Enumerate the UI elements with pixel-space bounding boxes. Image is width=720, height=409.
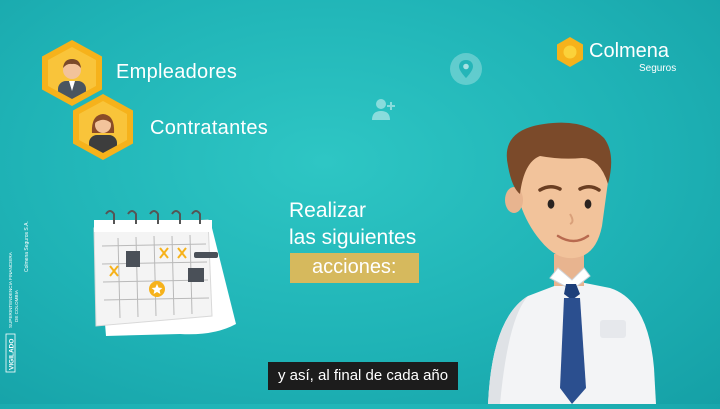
legal-vertical-text: VIGILADO SUPERINTENDENCIA FINANCIERA DE …	[2, 160, 32, 374]
video-subtitle-caption: y así, al final de cada año	[268, 362, 459, 390]
contractor-badge	[73, 94, 133, 160]
role-label-employers: Empleadores	[116, 61, 238, 83]
contractor-avatar-icon	[79, 101, 127, 153]
calendar-icon	[84, 206, 244, 346]
logo-subtitle: Seguros	[639, 63, 677, 74]
role-label-contractors: Contratantes	[150, 117, 269, 139]
legal-vigilado: VIGILADO	[9, 339, 16, 370]
legal-company: Colmena Seguros S.A.	[24, 221, 30, 272]
add-user-icon	[371, 96, 397, 127]
location-pin-icon	[449, 52, 483, 91]
legal-country: DE COLOMBIA	[14, 289, 19, 322]
headline-line-2: las siguientes	[289, 226, 417, 249]
legal-supervisor: SUPERINTENDENCIA FINANCIERA	[8, 251, 13, 328]
headline-highlight: acciones:	[290, 253, 419, 283]
colmena-hex-icon	[557, 37, 583, 67]
presenter-character	[478, 118, 678, 409]
colmena-logo: Colmena Seguros	[555, 36, 695, 80]
employer-avatar-icon	[48, 47, 96, 99]
employer-badge	[42, 40, 102, 106]
headline-line-1: Realizar	[289, 199, 367, 222]
logo-brand: Colmena	[589, 40, 670, 62]
